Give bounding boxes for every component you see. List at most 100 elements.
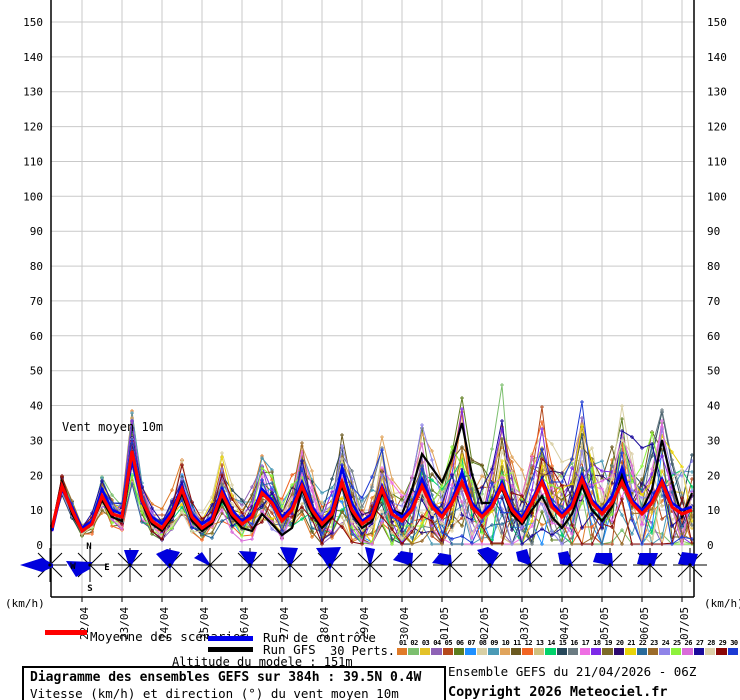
wind-direction-arrow xyxy=(316,547,341,570)
svg-text:120: 120 xyxy=(23,121,43,134)
svg-text:130: 130 xyxy=(707,86,727,99)
pert-color-swatch xyxy=(476,648,488,655)
pert-number: 05 xyxy=(444,639,453,647)
pert-number: 06 xyxy=(456,639,464,647)
run-info-label: Ensemble GEFS du 21/04/2026 - 06Z xyxy=(448,664,697,679)
svg-text:30/04: 30/04 xyxy=(398,607,411,640)
pert-number: 02 xyxy=(410,639,418,647)
svg-text:90: 90 xyxy=(707,225,720,238)
svg-text:120: 120 xyxy=(707,121,727,134)
pert-number: 18 xyxy=(593,639,601,647)
pert-number: 14 xyxy=(547,639,555,647)
pert-color-swatch xyxy=(465,648,476,655)
svg-text:0: 0 xyxy=(36,539,43,552)
wind-rose xyxy=(473,547,507,582)
svg-text:60: 60 xyxy=(30,330,43,343)
pert-color-swatch xyxy=(670,648,682,655)
svg-text:150: 150 xyxy=(707,16,727,29)
wind-rose-row: N S E W xyxy=(20,542,707,594)
pert-color-swatch xyxy=(408,648,419,655)
pert-color-swatch xyxy=(727,648,739,655)
svg-text:80: 80 xyxy=(707,260,720,273)
svg-text:04/05: 04/05 xyxy=(558,607,571,640)
wind-direction-arrow xyxy=(637,553,658,566)
svg-text:20: 20 xyxy=(30,469,43,482)
svg-text:05/05: 05/05 xyxy=(598,607,611,640)
pert-color-swatch xyxy=(716,648,727,655)
pert-number: 09 xyxy=(490,639,498,647)
pert-number: 17 xyxy=(581,639,590,647)
wind-rose xyxy=(593,548,627,582)
pert-number: 08 xyxy=(478,639,487,647)
svg-text:03/05: 03/05 xyxy=(518,607,531,640)
wind-rose xyxy=(633,548,667,582)
svg-text:150: 150 xyxy=(23,16,43,29)
pert-color-swatch xyxy=(568,648,579,655)
wind-rose xyxy=(673,548,707,582)
pert-number: 25 xyxy=(673,639,681,647)
wind-rose xyxy=(313,547,347,582)
pert-number: 19 xyxy=(604,639,613,647)
svg-text:40: 40 xyxy=(30,400,43,413)
pert-color-swatch xyxy=(613,648,625,655)
pert-color-swatch xyxy=(511,648,522,655)
unit-label-right: (km/h) xyxy=(704,597,740,610)
svg-text:70: 70 xyxy=(30,295,43,308)
pert-number: 23 xyxy=(650,639,658,647)
pert-number: 15 xyxy=(558,639,567,647)
wind-rose xyxy=(193,548,227,582)
svg-text:50: 50 xyxy=(30,365,43,378)
pert-color-swatch xyxy=(545,648,556,655)
pert-number: 29 xyxy=(718,639,727,647)
pert-color-swatch xyxy=(488,648,499,655)
wind-rose xyxy=(353,547,387,582)
svg-text:100: 100 xyxy=(707,190,727,203)
pert-number: 13 xyxy=(536,639,544,647)
pert-number: 24 xyxy=(661,639,670,647)
pert-number: 22 xyxy=(638,639,647,647)
svg-text:E: E xyxy=(104,563,109,573)
wind-rose: N S E W xyxy=(66,542,110,594)
pert-number: 03 xyxy=(421,639,430,647)
pert-number: 26 xyxy=(684,639,693,647)
chart-canvas: 0 0 10 10 20 20 30 30 40 40 50 50 60 60 70 70 80 80 90 90 10… xyxy=(20,0,727,640)
perturbation-legend: 01 02 03 04 05 06 07 08 09 10 11 12 13 14 15 16 17 18 19 20… xyxy=(397,639,740,655)
wind-rose xyxy=(432,548,467,582)
chart-title: Diagramme des ensembles GEFS sur 384h : … xyxy=(30,670,422,685)
pert-color-swatch xyxy=(602,648,613,655)
pert-color-swatch xyxy=(693,648,704,655)
pert-number: 30 xyxy=(730,639,738,647)
unit-label-left: (km/h) xyxy=(5,597,45,610)
wind-rose xyxy=(233,548,267,582)
wind-rose xyxy=(20,548,67,582)
svg-text:110: 110 xyxy=(707,155,727,168)
pert-color-swatch xyxy=(431,648,442,655)
svg-text:30: 30 xyxy=(707,434,720,447)
pert-color-swatch xyxy=(533,648,545,655)
pert-number: 21 xyxy=(627,639,635,647)
svg-text:50: 50 xyxy=(707,365,720,378)
pert-number: 01 xyxy=(398,639,407,647)
ensemble-chart-page: 0 0 10 10 20 20 30 30 40 40 50 50 60 60 70 70 80 80 90 90 10… xyxy=(0,0,740,700)
pert-color-swatch xyxy=(625,648,636,655)
gfs-line-swatch xyxy=(208,647,253,652)
svg-text:90: 90 xyxy=(30,225,43,238)
pert-colors-row xyxy=(397,648,740,655)
svg-text:110: 110 xyxy=(23,155,43,168)
pert-number: 20 xyxy=(616,639,624,647)
pert-color-swatch xyxy=(579,648,590,655)
svg-text:140: 140 xyxy=(707,51,727,64)
pert-color-swatch xyxy=(397,648,408,655)
pert-color-swatch xyxy=(590,648,602,655)
pert-color-swatch xyxy=(659,648,670,655)
svg-text:10: 10 xyxy=(30,504,43,517)
wind-direction-arrow xyxy=(678,552,698,566)
wind-rose xyxy=(153,548,187,582)
svg-text:60: 60 xyxy=(707,330,720,343)
mean-line-swatch xyxy=(45,630,87,635)
copyright-label: Copyright 2026 Meteociel.fr xyxy=(448,684,668,700)
pert-numbers-row: 01 02 03 04 05 06 07 08 09 10 11 12 13 14 15 16 17 18 19 20… xyxy=(397,639,740,647)
svg-text:06/05: 06/05 xyxy=(638,607,651,640)
pert-color-swatch xyxy=(499,648,511,655)
svg-text:W: W xyxy=(70,562,76,572)
